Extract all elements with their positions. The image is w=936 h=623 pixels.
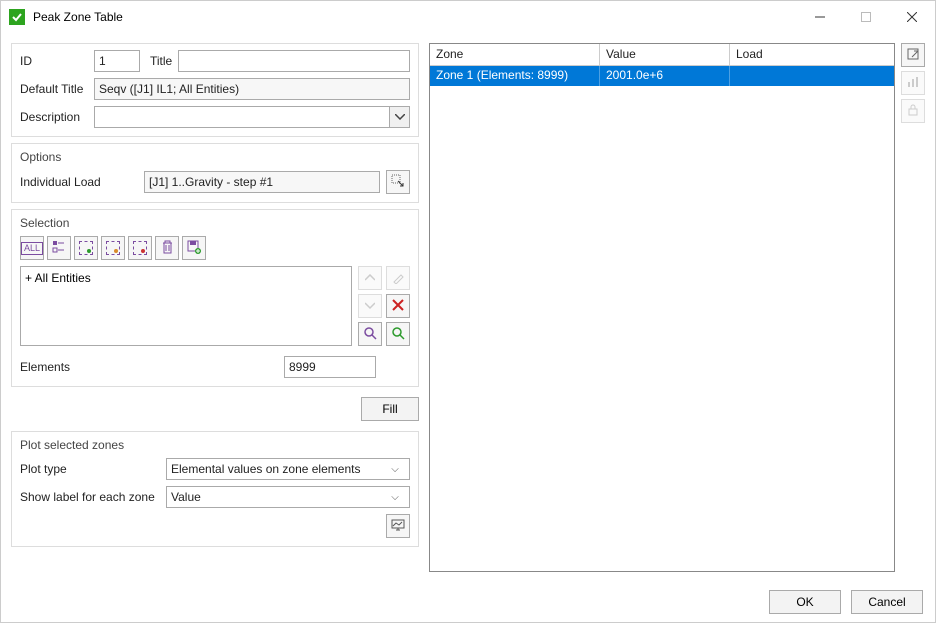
close-button[interactable] bbox=[889, 1, 935, 33]
app-icon bbox=[9, 9, 25, 25]
default-title-field: Seqv ([J1] IL1; All Entities) bbox=[94, 78, 410, 100]
dashed-add-icon bbox=[79, 241, 93, 255]
ok-button[interactable]: OK bbox=[769, 590, 841, 614]
fill-button[interactable]: Fill bbox=[361, 397, 419, 421]
description-label: Description bbox=[20, 110, 88, 124]
table-row[interactable]: Zone 1 (Elements: 8999) 2001.0e+6 bbox=[430, 66, 894, 86]
pencil-icon bbox=[392, 272, 404, 284]
elements-field[interactable] bbox=[284, 356, 376, 378]
cancel-button[interactable]: Cancel bbox=[851, 590, 923, 614]
elements-label: Elements bbox=[20, 360, 278, 374]
cursor-pick-icon bbox=[391, 174, 405, 191]
save-plus-icon bbox=[187, 240, 201, 257]
dashed-remove-icon bbox=[106, 241, 120, 255]
dashed-invert-icon bbox=[133, 241, 147, 255]
title-label: Title bbox=[150, 54, 172, 68]
individual-load-field[interactable]: [J1] 1..Gravity - step #1 bbox=[144, 171, 380, 193]
move-down-button bbox=[358, 294, 382, 318]
minimize-button[interactable] bbox=[797, 1, 843, 33]
default-title-label: Default Title bbox=[20, 82, 88, 96]
select-add-button[interactable] bbox=[74, 236, 98, 260]
plot-type-label: Plot type bbox=[20, 462, 160, 476]
edit-entity-button bbox=[386, 266, 410, 290]
zoom-purple-button[interactable] bbox=[358, 322, 382, 346]
save-selection-button[interactable] bbox=[182, 236, 206, 260]
options-group-label: Options bbox=[16, 150, 65, 164]
export-icon bbox=[906, 47, 920, 64]
lock-icon bbox=[907, 104, 919, 119]
plot-type-select[interactable]: Elemental values on zone elements ⌵ bbox=[166, 458, 410, 480]
maximize-button bbox=[843, 1, 889, 33]
individual-load-label: Individual Load bbox=[20, 175, 138, 189]
lock-button bbox=[901, 99, 925, 123]
delete-selection-button[interactable] bbox=[155, 236, 179, 260]
col-value-header[interactable]: Value bbox=[600, 44, 730, 65]
move-up-button bbox=[358, 266, 382, 290]
plot-preview-button[interactable] bbox=[386, 514, 410, 538]
chevron-down-icon[interactable] bbox=[389, 107, 409, 127]
monitor-icon bbox=[391, 519, 405, 534]
zoom-green-button[interactable] bbox=[386, 322, 410, 346]
pick-load-button[interactable] bbox=[386, 170, 410, 194]
select-invert-button[interactable] bbox=[128, 236, 152, 260]
entities-list[interactable]: + All Entities bbox=[20, 266, 352, 346]
select-by-list-button[interactable] bbox=[47, 236, 71, 260]
select-all-icon: ALL bbox=[21, 242, 43, 255]
cell-value: 2001.0e+6 bbox=[600, 66, 730, 86]
col-load-header[interactable]: Load bbox=[730, 44, 894, 65]
cell-load bbox=[730, 66, 894, 86]
id-input[interactable] bbox=[94, 50, 140, 72]
magnifier-green-icon bbox=[391, 326, 405, 343]
list-tree-icon bbox=[52, 240, 66, 257]
entities-item[interactable]: + All Entities bbox=[25, 271, 347, 285]
plot-group-label: Plot selected zones bbox=[16, 438, 128, 452]
selection-group-label: Selection bbox=[16, 216, 73, 230]
title-input[interactable] bbox=[178, 50, 410, 72]
col-zone-header[interactable]: Zone bbox=[430, 44, 600, 65]
id-label: ID bbox=[20, 54, 88, 68]
export-table-button[interactable] bbox=[901, 43, 925, 67]
magnifier-icon bbox=[363, 326, 377, 343]
window-title: Peak Zone Table bbox=[33, 10, 797, 24]
chevron-down-icon: ⌵ bbox=[385, 492, 405, 503]
chevron-down-icon: ⌵ bbox=[385, 464, 405, 475]
select-all-button[interactable]: ALL bbox=[20, 236, 44, 260]
show-label-select[interactable]: Value ⌵ bbox=[166, 486, 410, 508]
trash-icon bbox=[161, 240, 174, 257]
zone-table[interactable]: Zone Value Load Zone 1 (Elements: 8999) … bbox=[429, 43, 895, 572]
chart-button bbox=[901, 71, 925, 95]
remove-entity-button[interactable] bbox=[386, 294, 410, 318]
description-dropdown[interactable] bbox=[94, 106, 410, 128]
select-remove-button[interactable] bbox=[101, 236, 125, 260]
chevron-up-icon bbox=[365, 274, 375, 282]
chevron-down-icon bbox=[365, 302, 375, 310]
cell-zone: Zone 1 (Elements: 8999) bbox=[430, 66, 600, 86]
show-label-label: Show label for each zone bbox=[20, 490, 160, 504]
delete-x-icon bbox=[392, 299, 404, 314]
bar-chart-icon bbox=[907, 76, 919, 91]
